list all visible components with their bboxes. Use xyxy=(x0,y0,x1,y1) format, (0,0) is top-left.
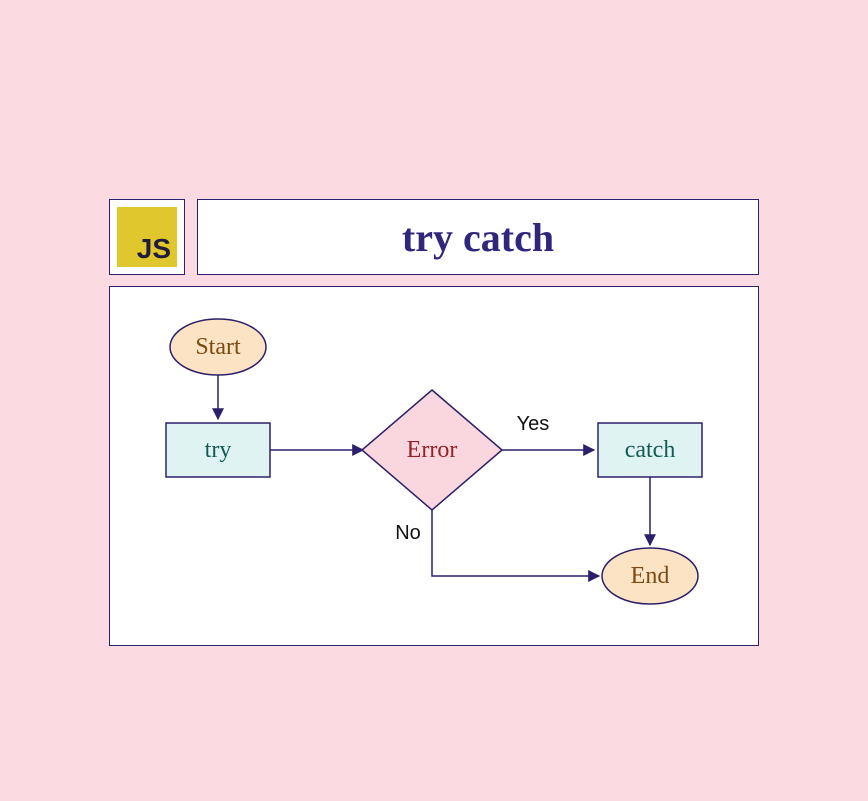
title-box: try catch xyxy=(197,199,759,275)
node-start: Start xyxy=(170,319,266,375)
label-catch: catch xyxy=(598,423,702,477)
label-try: try xyxy=(166,423,270,477)
label-yes-wrap: Yes xyxy=(508,409,558,439)
label-end: End xyxy=(602,548,698,604)
header-row: JS try catch xyxy=(109,199,759,275)
label-no: No xyxy=(388,519,428,547)
node-end: End xyxy=(602,548,698,604)
edge-error-end xyxy=(432,510,599,576)
label-yes: Yes xyxy=(508,409,558,439)
flowchart-svg: Start try Error xyxy=(110,287,760,645)
node-error: Error xyxy=(362,390,502,510)
js-logo-icon: JS xyxy=(117,207,177,267)
logo-text: JS xyxy=(137,233,171,265)
label-error: Error xyxy=(382,425,482,475)
logo-frame: JS xyxy=(109,199,185,275)
node-try: try xyxy=(166,423,270,477)
flowchart-panel: Start try Error xyxy=(109,286,759,646)
label-start: Start xyxy=(170,319,266,375)
page-title: try catch xyxy=(402,214,554,261)
diagram-container: JS try catch Start xyxy=(109,199,759,646)
node-catch: catch xyxy=(598,423,702,477)
label-no-wrap: No xyxy=(388,519,428,547)
